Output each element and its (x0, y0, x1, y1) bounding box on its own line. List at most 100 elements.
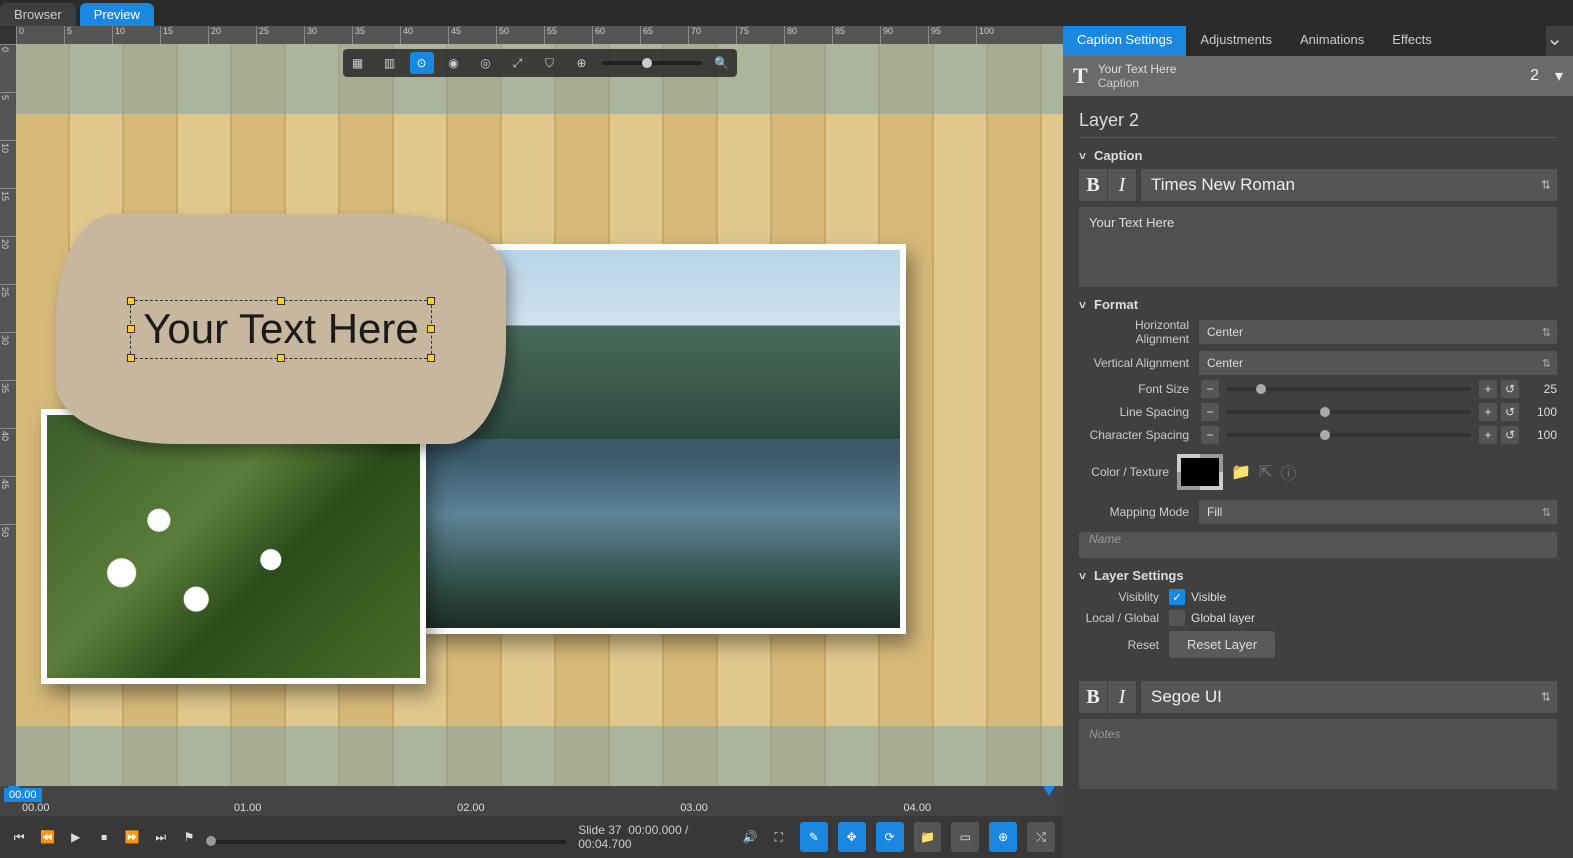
grid-icon[interactable]: ▦ (346, 52, 370, 74)
notes-font-select[interactable]: Segoe UI⇅ (1141, 681, 1557, 713)
vAlign-select[interactable]: Center⇅ (1199, 351, 1557, 375)
tool-rotate-icon[interactable]: ⟳ (876, 822, 904, 852)
time-mark: 03.00 (680, 802, 708, 814)
playback-bar: ⏮ ⏪ ▶ ⏹ ⏩ ⏭ ⚑ Slide 37 00:00.000 / 00:04… (0, 816, 1063, 858)
bold-button[interactable]: B (1079, 169, 1107, 201)
tab-browser[interactable]: Browser (0, 3, 76, 26)
tab-effects[interactable]: Effects (1378, 26, 1446, 56)
section-caption[interactable]: ˅Caption (1079, 148, 1557, 163)
mapping-mode-select[interactable]: Fill⇅ (1199, 500, 1557, 524)
shield-icon[interactable]: ⛉ (538, 52, 562, 74)
text-caption-content: Your Text Here (143, 305, 419, 352)
time-ruler[interactable]: 00.00 00.00 01.00 02.00 03.00 04.00 (0, 786, 1063, 816)
font-size-label: Font Size (1079, 382, 1199, 396)
italic-button[interactable]: I (1108, 169, 1136, 201)
global-layer-checkbox[interactable] (1169, 610, 1185, 626)
reset-icon[interactable]: ↺ (1501, 403, 1519, 421)
layer-dropdown-icon[interactable]: ▾ (1555, 66, 1563, 86)
font-size-value: 25 (1521, 382, 1557, 396)
play-icon[interactable]: ▶ (65, 825, 87, 849)
reset-icon[interactable]: ↺ (1501, 426, 1519, 444)
tab-caption-settings[interactable]: Caption Settings (1063, 26, 1186, 56)
increase-button[interactable]: + (1479, 380, 1497, 398)
increase-button[interactable]: + (1479, 426, 1497, 444)
tool-pointer-icon[interactable]: ✎ (800, 822, 828, 852)
expand-icon[interactable]: ⤢ (506, 52, 530, 74)
skip-end-icon[interactable]: ⏭ (150, 825, 172, 849)
tool-folder-icon[interactable]: 📁 (914, 822, 942, 852)
caption-text-area[interactable]: Your Text Here (1079, 207, 1557, 287)
decrease-button[interactable]: − (1201, 426, 1219, 444)
section-format[interactable]: ˅Format (1079, 297, 1557, 312)
tab-preview[interactable]: Preview (80, 3, 154, 26)
increase-button[interactable]: + (1479, 403, 1497, 421)
notes-bold-button[interactable]: B (1079, 681, 1107, 713)
line-spacing-label: Line Spacing (1079, 405, 1199, 419)
rewind-icon[interactable]: ⏪ (36, 825, 58, 849)
font-size-slider[interactable] (1227, 387, 1471, 391)
canvas-toolbar: ▦ ▥ ⊙ ◉ ◎ ⤢ ⛉ ⊕ 🔍 (343, 49, 737, 77)
export-icon[interactable]: ⇱ (1259, 462, 1272, 482)
slide-number: Slide 37 00:00.000 / 00:04.700 (578, 823, 733, 851)
circle-icon[interactable]: ◉ (442, 52, 466, 74)
skip-start-icon[interactable]: ⏮ (8, 825, 30, 849)
dropdown-icon: ⇅ (1542, 357, 1551, 370)
tool-move-icon[interactable]: ✥ (838, 822, 866, 852)
section-layer-settings[interactable]: ˅Layer Settings (1079, 568, 1557, 583)
forward-icon[interactable]: ⏩ (121, 825, 143, 849)
scrub-handle[interactable] (206, 836, 216, 846)
notes-italic-button[interactable]: I (1108, 681, 1136, 713)
circle2-icon[interactable]: ◎ (474, 52, 498, 74)
magnet-icon[interactable]: ⊙ (410, 52, 434, 74)
name-input[interactable]: Name (1079, 532, 1557, 558)
image-daisies[interactable] (41, 409, 426, 684)
dropdown-icon: ⇅ (1541, 690, 1551, 704)
info-icon[interactable]: ⓘ (1280, 460, 1296, 484)
volume-icon[interactable]: 🔊 (739, 825, 761, 849)
flag-icon[interactable]: ⚑ (178, 825, 200, 849)
hAlign-select[interactable]: Center⇅ (1199, 320, 1557, 344)
mapping-mode-label: Mapping Mode (1079, 505, 1199, 519)
dropdown-icon: ⇅ (1542, 506, 1551, 519)
zoom-slider[interactable] (602, 61, 702, 65)
color-texture-label: Color / Texture (1079, 465, 1169, 479)
font-select[interactable]: Times New Roman⇅ (1141, 169, 1557, 201)
label-shape[interactable]: Your Text Here (56, 214, 506, 444)
visibility-checkbox[interactable]: ✓ (1169, 589, 1185, 605)
chevron-down-icon[interactable]: ⌄ (1546, 26, 1563, 56)
decrease-button[interactable]: − (1201, 403, 1219, 421)
tool-add-icon[interactable]: ⊕ (989, 822, 1017, 852)
text-icon: T (1073, 63, 1088, 89)
fullscreen-icon[interactable]: ⛶ (768, 825, 790, 849)
line-spacing-slider[interactable] (1227, 410, 1471, 414)
layer-subtitle: Caption (1098, 76, 1177, 90)
plus-icon[interactable]: ⊕ (570, 52, 594, 74)
chevron-down-icon: ˅ (1079, 149, 1086, 163)
char-spacing-value: 100 (1521, 428, 1557, 442)
marker-end-icon[interactable] (1043, 786, 1055, 796)
canvas[interactable]: ▦ ▥ ⊙ ◉ ◎ ⤢ ⛉ ⊕ 🔍 (16, 44, 1063, 786)
color-swatch[interactable] (1177, 454, 1223, 490)
chevron-down-icon: ˅ (1079, 298, 1086, 312)
text-caption-editable[interactable]: Your Text Here (130, 300, 432, 359)
search-icon[interactable]: 🔍 (710, 52, 734, 74)
tool-random-icon[interactable]: ⤭ (1027, 822, 1055, 852)
time-cursor[interactable]: 00.00 (4, 788, 42, 802)
visibility-label: Visiblity (1079, 590, 1169, 604)
tab-animations[interactable]: Animations (1286, 26, 1378, 56)
folder-icon[interactable]: 📁 (1231, 462, 1251, 482)
reset-layer-button[interactable]: Reset Layer (1169, 631, 1275, 658)
tab-adjustments[interactable]: Adjustments (1186, 26, 1286, 56)
notes-text-area[interactable]: Notes (1079, 719, 1557, 789)
grid4-icon[interactable]: ▥ (378, 52, 402, 74)
tool-layer-icon[interactable]: ▭ (951, 822, 979, 852)
layer-header[interactable]: T Your Text Here Caption 2 ▾ (1063, 56, 1573, 96)
layer-title: Your Text Here (1098, 62, 1177, 76)
vAlign-label: Vertical Alignment (1079, 356, 1199, 370)
char-spacing-slider[interactable] (1227, 433, 1471, 437)
decrease-button[interactable]: − (1201, 380, 1219, 398)
dropdown-icon: ⇅ (1541, 178, 1551, 192)
stop-icon[interactable]: ⏹ (93, 825, 115, 849)
chevron-down-icon: ˅ (1079, 569, 1086, 583)
reset-icon[interactable]: ↺ (1501, 380, 1519, 398)
